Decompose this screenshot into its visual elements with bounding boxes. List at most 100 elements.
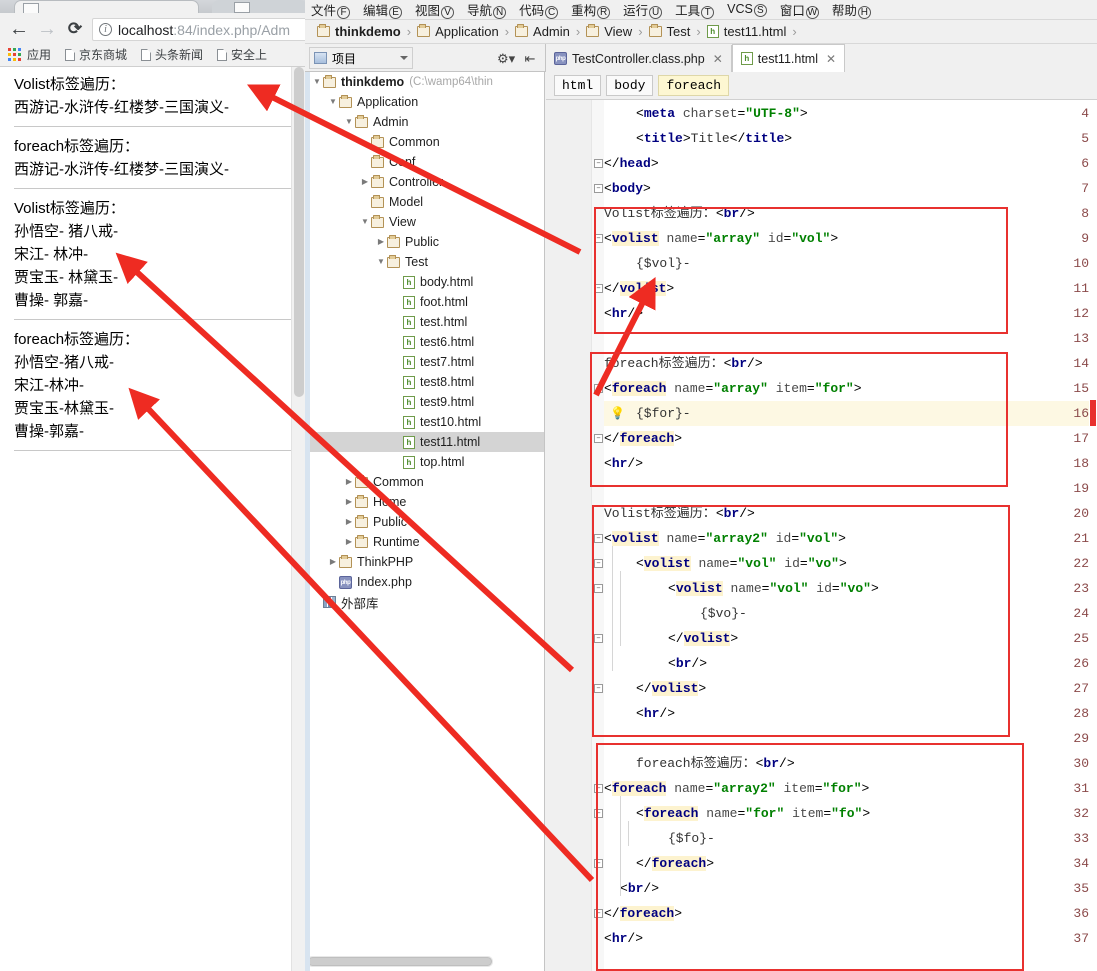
- breadcrumb-item-test11-html[interactable]: h test11.html: [706, 24, 786, 39]
- chevron-down-icon[interactable]: ▼: [311, 72, 323, 92]
- bookmark-apps[interactable]: 应用: [8, 46, 51, 63]
- line-number[interactable]: 30: [1053, 751, 1089, 776]
- tree-node-test9-html[interactable]: h test9.html: [305, 392, 544, 412]
- chevron-right-icon[interactable]: ▶: [327, 552, 339, 572]
- editor-tab-testcontroller-class-php[interactable]: php TestController.class.php ✕: [546, 45, 732, 72]
- menu-item-n[interactable]: 导航 N: [467, 0, 507, 19]
- menu-item-f[interactable]: 文件 F: [311, 0, 351, 19]
- line-number[interactable]: 17: [1053, 426, 1089, 451]
- fold-toggle-icon[interactable]: –: [594, 159, 603, 168]
- site-info-icon[interactable]: i: [99, 23, 112, 36]
- chevron-right-icon[interactable]: ▶: [343, 472, 355, 492]
- chevron-down-icon[interactable]: [400, 56, 408, 60]
- line-number[interactable]: 13: [1053, 326, 1089, 351]
- chevron-down-icon[interactable]: ▼: [375, 252, 387, 272]
- address-bar[interactable]: i localhost:84/index.php/Adm: [92, 18, 305, 41]
- tree-node-top-html[interactable]: h top.html: [305, 452, 544, 472]
- tree-node-admin[interactable]: ▼ Admin: [305, 112, 544, 132]
- tree-node-test6-html[interactable]: h test6.html: [305, 332, 544, 352]
- code-line[interactable]: <meta charset="UTF-8">: [604, 101, 808, 126]
- line-number[interactable]: 8: [1053, 201, 1089, 226]
- line-number[interactable]: 19: [1053, 476, 1089, 501]
- editor-tab-test11-html[interactable]: h test11.html ✕: [731, 44, 846, 72]
- tree-node-test10-html[interactable]: h test10.html: [305, 412, 544, 432]
- line-number[interactable]: 9: [1053, 226, 1089, 251]
- tag-chip-body[interactable]: body: [606, 75, 654, 96]
- breadcrumb-item-application[interactable]: Application: [417, 24, 499, 39]
- line-number[interactable]: 11: [1053, 276, 1089, 301]
- code-line[interactable]: <body>: [604, 176, 651, 201]
- browser-tab-2[interactable]: [212, 0, 305, 13]
- tree-node-thinkdemo[interactable]: ▼ thinkdemo (C:\wamp64\thin: [305, 72, 544, 92]
- line-number[interactable]: 20: [1053, 501, 1089, 526]
- tree-node-foot-html[interactable]: h foot.html: [305, 292, 544, 312]
- line-number[interactable]: 14: [1053, 351, 1089, 376]
- fold-toggle-icon[interactable]: –: [594, 184, 603, 193]
- tree-node-test8-html[interactable]: h test8.html: [305, 372, 544, 392]
- chevron-down-icon[interactable]: ▼: [343, 112, 355, 132]
- line-number[interactable]: 24: [1053, 601, 1089, 626]
- chevron-right-icon[interactable]: ▶: [343, 532, 355, 552]
- back-icon[interactable]: ←: [8, 18, 30, 40]
- line-number[interactable]: 21: [1053, 526, 1089, 551]
- tree-node-test11-html[interactable]: h test11.html: [305, 432, 544, 452]
- line-number[interactable]: 26: [1053, 651, 1089, 676]
- line-number[interactable]: 18: [1053, 451, 1089, 476]
- scrollbar-thumb[interactable]: [294, 67, 304, 397]
- browser-scrollbar[interactable]: [291, 67, 305, 971]
- tree-node-controller[interactable]: ▶ Controller: [305, 172, 544, 192]
- reload-icon[interactable]: ⟳: [64, 18, 86, 40]
- line-number[interactable]: 29: [1053, 726, 1089, 751]
- menu-item-e[interactable]: 编辑 E: [363, 0, 403, 19]
- menu-item-h[interactable]: 帮助 H: [832, 0, 871, 19]
- line-number[interactable]: 22: [1053, 551, 1089, 576]
- tree-node-public[interactable]: ▶ Public: [305, 512, 544, 532]
- breadcrumb-item-test[interactable]: Test: [648, 24, 690, 39]
- tag-chip-html[interactable]: html: [554, 75, 602, 96]
- tree-node-public[interactable]: ▶ Public: [305, 232, 544, 252]
- menu-item-u[interactable]: 运行 U: [623, 0, 663, 19]
- tree-node-runtime[interactable]: ▶ Runtime: [305, 532, 544, 552]
- line-number[interactable]: 27: [1053, 676, 1089, 701]
- bookmark-toutiao[interactable]: 头条新闻: [141, 46, 203, 63]
- menu-item-w[interactable]: 窗口 W: [780, 0, 819, 19]
- menu-item-c[interactable]: 代码 C: [519, 0, 559, 19]
- tree-node-test7-html[interactable]: h test7.html: [305, 352, 544, 372]
- line-number[interactable]: 31: [1053, 776, 1089, 801]
- bookmark-anquan[interactable]: 安全上: [217, 46, 267, 63]
- tree-node-conf[interactable]: Conf: [305, 152, 544, 172]
- line-number[interactable]: 10: [1053, 251, 1089, 276]
- menu-item-t[interactable]: 工具 T: [675, 0, 715, 19]
- scrollbar-thumb[interactable]: [308, 957, 492, 966]
- line-number[interactable]: 6: [1053, 151, 1089, 176]
- tree-node-model[interactable]: Model: [305, 192, 544, 212]
- tree-node-index-php[interactable]: php Index.php: [305, 572, 544, 592]
- line-number[interactable]: 15: [1053, 376, 1089, 401]
- line-number[interactable]: 12: [1053, 301, 1089, 326]
- chevron-right-icon[interactable]: ▶: [359, 172, 371, 192]
- project-tree[interactable]: ▼ thinkdemo (C:\wamp64\thin ▼ Application ▼ Ad…: [305, 72, 545, 971]
- editor-scrollbar[interactable]: [1089, 100, 1097, 971]
- bookmark-jd[interactable]: 京东商城: [65, 46, 127, 63]
- line-number[interactable]: 32: [1053, 801, 1089, 826]
- chevron-right-icon[interactable]: ▶: [343, 492, 355, 512]
- tree-horizontal-scrollbar[interactable]: [307, 956, 493, 967]
- tree-node--[interactable]: 外部库: [305, 592, 544, 612]
- code-line[interactable]: </head>: [604, 151, 659, 176]
- line-number[interactable]: 4: [1053, 101, 1089, 126]
- menu-item-r[interactable]: 重构 R: [571, 0, 611, 19]
- tree-node-test-html[interactable]: h test.html: [305, 312, 544, 332]
- menu-item-v[interactable]: 视图 V: [415, 0, 455, 19]
- error-stripe-mark[interactable]: [1090, 400, 1096, 426]
- code-line[interactable]: <title>Title</title>: [604, 126, 792, 151]
- close-icon[interactable]: ✕: [826, 52, 836, 66]
- line-number[interactable]: 23: [1053, 576, 1089, 601]
- chevron-right-icon[interactable]: ▶: [375, 232, 387, 252]
- tree-node-common[interactable]: Common: [305, 132, 544, 152]
- tree-node-view[interactable]: ▼ View: [305, 212, 544, 232]
- forward-icon[interactable]: →: [36, 18, 58, 40]
- line-number[interactable]: 7: [1053, 176, 1089, 201]
- chevron-down-icon[interactable]: ▼: [359, 212, 371, 232]
- line-number[interactable]: 28: [1053, 701, 1089, 726]
- line-number[interactable]: 37: [1053, 926, 1089, 951]
